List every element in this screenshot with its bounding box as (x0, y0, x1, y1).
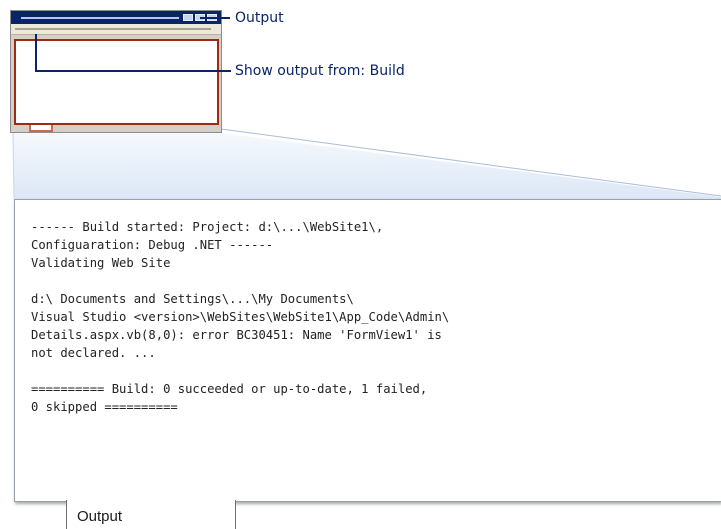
thumbnail-title-text (21, 17, 179, 19)
output-callout-label: Output (235, 10, 284, 26)
show-output-callout-label: Show output from: Build (235, 63, 405, 79)
output-log-line: ========== Build: 0 succeeded or up-to-d… (31, 382, 428, 396)
output-log-line: ------ Build started: Project: d:\...\We… (31, 220, 384, 234)
output-log-line: Validating Web Site (31, 256, 171, 270)
zoom-funnel-shape (13, 133, 721, 199)
output-tab-label: Output (77, 508, 123, 525)
show-output-callout-vertical (35, 34, 37, 71)
output-log-line: not declared. ... (31, 346, 156, 360)
zoom-funnel-edge-left (12, 132, 15, 200)
output-log-line: Configuaration: Debug .NET ------ (31, 238, 274, 252)
output-log: ------ Build started: Project: d:\...\We… (31, 218, 449, 416)
output-log-line: Visual Studio <version>\WebSites\WebSite… (31, 310, 450, 324)
illustration: Output Show output from: Build ------ Bu… (0, 0, 721, 529)
output-callout-line (200, 17, 230, 19)
output-panel: ------ Build started: Project: d:\...\We… (14, 199, 721, 502)
minimize-icon (183, 14, 193, 21)
output-tab[interactable]: Output (66, 500, 236, 529)
output-log-line: Details.aspx.vb(8,0): error BC30451: Nam… (31, 328, 442, 342)
thumbnail-output-tab (29, 125, 53, 132)
thumbnail-output-area (14, 39, 219, 125)
output-log-line: d:\ Documents and Settings\...\My Docume… (31, 292, 354, 306)
zoom-funnel-edge (220, 128, 721, 197)
thumbnail-toolbar-content (15, 28, 211, 30)
thumbnail-title-bar (11, 11, 221, 24)
show-output-callout-horizontal (35, 70, 231, 72)
thumbnail-toolbar (11, 24, 221, 35)
output-log-line: 0 skipped ========== (31, 400, 178, 414)
